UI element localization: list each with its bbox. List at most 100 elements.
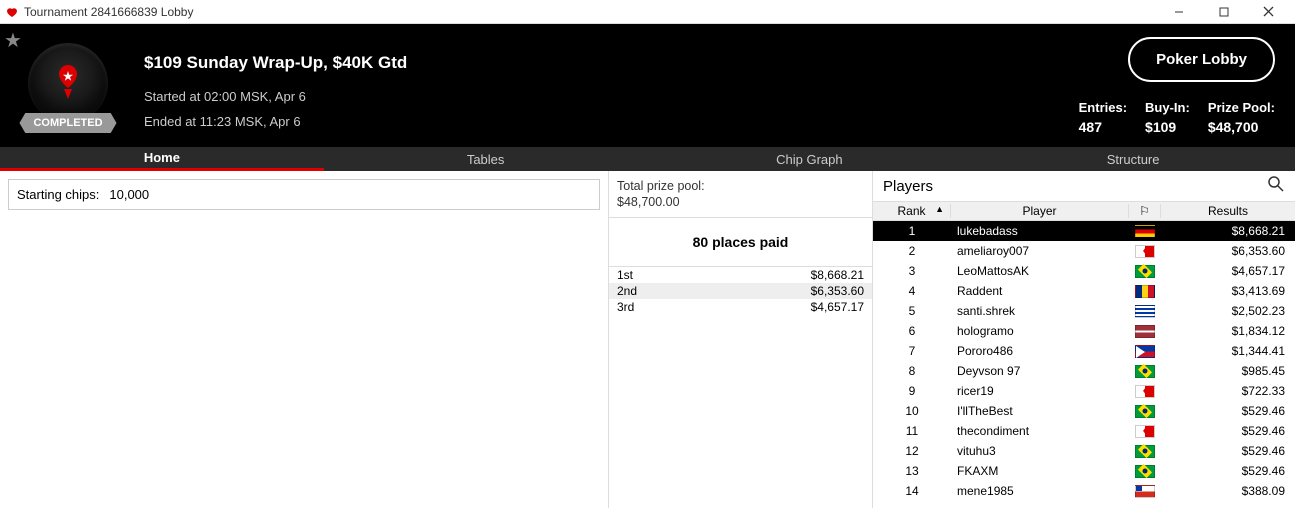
player-row[interactable]: 8Deyvson 97$985.45 — [873, 361, 1295, 381]
player-rank: 6 — [873, 324, 951, 338]
flag-icon — [1135, 285, 1155, 298]
player-row[interactable]: 2ameliaroy007♦$6,353.60 — [873, 241, 1295, 261]
payout-row[interactable]: 2nd$6,353.60 — [609, 283, 872, 299]
player-flag — [1129, 445, 1161, 458]
player-rank: 3 — [873, 264, 951, 278]
tab-home[interactable]: Home — [0, 147, 324, 171]
search-icon[interactable] — [1267, 175, 1285, 198]
player-row[interactable]: 11thecondiment♦$529.46 — [873, 421, 1295, 441]
player-name: Raddent — [951, 284, 1129, 298]
player-result: $2,502.23 — [1161, 304, 1295, 318]
window-title: Tournament 2841666839 Lobby — [24, 5, 1156, 19]
player-rank: 2 — [873, 244, 951, 258]
flag-icon: ♦ — [1135, 425, 1155, 438]
titlebar: Tournament 2841666839 Lobby — [0, 0, 1295, 24]
players-table-body[interactable]: 1lukebadass$8,668.212ameliaroy007♦$6,353… — [873, 221, 1295, 508]
player-name: lukebadass — [951, 224, 1129, 238]
header: ★ COMPLETED $109 Sunday Wrap-Up, $40K Gt… — [0, 24, 1295, 147]
col-results-header[interactable]: Results — [1161, 204, 1295, 218]
player-name: I'llTheBest — [951, 404, 1129, 418]
maximize-button[interactable] — [1201, 0, 1246, 24]
player-flag: ♦ — [1129, 425, 1161, 438]
starting-chips-value: 10,000 — [109, 187, 149, 202]
player-result: $4,657.17 — [1161, 264, 1295, 278]
favorite-star-icon[interactable]: ★ — [4, 28, 22, 53]
player-result: $529.46 — [1161, 444, 1295, 458]
payout-row[interactable]: 1st$8,668.21 — [609, 267, 872, 283]
player-rank: 9 — [873, 384, 951, 398]
flag-icon: ♦ — [1135, 245, 1155, 258]
players-panel: Players Rank ▲ Player ⚐ Results 1lukebad… — [872, 171, 1295, 508]
flag-icon — [1135, 445, 1155, 458]
player-row[interactable]: 7Pororo486$1,344.41 — [873, 341, 1295, 361]
player-row[interactable]: 5santi.shrek $2,502.23 — [873, 301, 1295, 321]
buyin-label: Buy-In: — [1145, 100, 1190, 115]
player-flag: ♦ — [1129, 385, 1161, 398]
col-flag-header[interactable]: ⚐ — [1129, 204, 1161, 218]
player-row[interactable]: 12vituhu3 $529.46 — [873, 441, 1295, 461]
ended-time: Ended at 11:23 MSK, Apr 6 — [144, 114, 1079, 129]
flag-icon: ♦ — [1135, 385, 1155, 398]
player-result: $985.45 — [1161, 364, 1295, 378]
payout-row[interactable]: 3rd $4,657.17 — [609, 299, 872, 315]
player-flag: ♦ — [1129, 245, 1161, 258]
player-row[interactable]: 6hologramo$1,834.12 — [873, 321, 1295, 341]
payout-place: 3rd — [617, 300, 634, 314]
payout-amount: $4,657.17 — [811, 300, 864, 314]
player-result: $1,834.12 — [1161, 324, 1295, 338]
buyin-value: $109 — [1145, 119, 1190, 135]
buyin-stat: Buy-In: $109 — [1145, 100, 1190, 135]
player-result: $722.33 — [1161, 384, 1295, 398]
entries-value: 487 — [1079, 119, 1127, 135]
player-result: $6,353.60 — [1161, 244, 1295, 258]
player-flag — [1129, 365, 1161, 378]
player-row[interactable]: 10I'llTheBest$529.46 — [873, 401, 1295, 421]
tab-tables[interactable]: Tables — [324, 147, 648, 171]
flag-icon — [1135, 405, 1155, 418]
flag-icon — [1135, 325, 1155, 338]
tab-chipgraph[interactable]: Chip Graph — [648, 147, 972, 171]
player-name: Pororo486 — [951, 344, 1129, 358]
total-prize-label: Total prize pool: — [609, 171, 872, 195]
starting-chips-label: Starting chips: — [17, 187, 99, 202]
players-title: Players — [883, 178, 1267, 195]
player-name: vituhu3 — [951, 444, 1129, 458]
player-result: $388.09 — [1161, 484, 1295, 498]
player-name: LeoMattosAK — [951, 264, 1129, 278]
minimize-button[interactable] — [1156, 0, 1201, 24]
poker-lobby-button[interactable]: Poker Lobby — [1128, 37, 1275, 82]
tab-structure[interactable]: Structure — [971, 147, 1295, 171]
player-flag — [1129, 465, 1161, 478]
player-row[interactable]: 1lukebadass$8,668.21 — [873, 221, 1295, 241]
stats-row: Entries: 487 Buy-In: $109 Prize Pool: $4… — [1079, 100, 1275, 135]
close-button[interactable] — [1246, 0, 1291, 24]
player-rank: 7 — [873, 344, 951, 358]
entries-stat: Entries: 487 — [1079, 100, 1127, 135]
player-rank: 5 — [873, 304, 951, 318]
sort-ascending-icon: ▲ — [935, 204, 944, 214]
player-row[interactable]: 13FKAXM$529.46 — [873, 461, 1295, 481]
player-row[interactable]: 9ricer19 ♦ $722.33 — [873, 381, 1295, 401]
player-row[interactable]: 14mene1985$388.09 — [873, 481, 1295, 501]
payout-amount: $6,353.60 — [811, 284, 864, 298]
player-flag — [1129, 405, 1161, 418]
player-row[interactable]: 3LeoMattosAK $4,657.17 — [873, 261, 1295, 281]
player-result: $529.46 — [1161, 424, 1295, 438]
player-name: santi.shrek — [951, 304, 1129, 318]
tournament-title: $109 Sunday Wrap-Up, $40K Gtd — [144, 53, 1079, 73]
total-prize-value: $48,700.00 — [609, 195, 872, 217]
flag-icon — [1135, 345, 1155, 358]
prizepool-value: $48,700 — [1208, 119, 1275, 135]
player-row[interactable]: 4Raddent$3,413.69 — [873, 281, 1295, 301]
player-result: $8,668.21 — [1161, 224, 1295, 238]
player-name: ricer19 — [951, 384, 1129, 398]
player-flag — [1129, 485, 1161, 498]
player-rank: 14 — [873, 484, 951, 498]
prizepool-stat: Prize Pool: $48,700 — [1208, 100, 1275, 135]
col-player-header[interactable]: Player — [951, 204, 1129, 218]
player-rank: 12 — [873, 444, 951, 458]
started-time: Started at 02:00 MSK, Apr 6 — [144, 89, 1079, 104]
player-result: $529.46 — [1161, 464, 1295, 478]
entries-label: Entries: — [1079, 100, 1127, 115]
col-rank-header[interactable]: Rank ▲ — [873, 204, 951, 218]
